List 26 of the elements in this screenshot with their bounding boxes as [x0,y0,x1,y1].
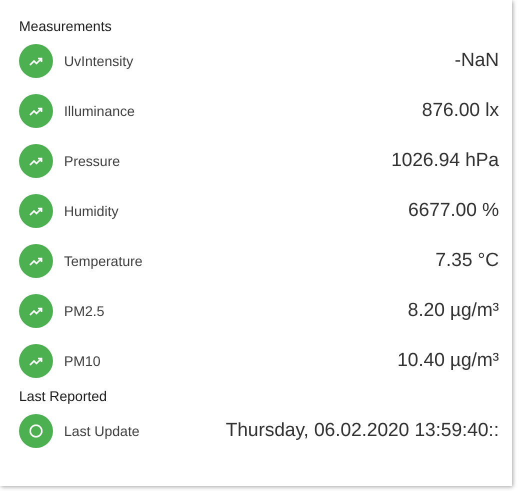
trending-up-icon [29,356,43,366]
trending-up-icon [29,206,43,216]
measurement-value: 1026.94 hPa [391,150,499,172]
measurement-label: PM2.5 [64,303,106,319]
measurement-label: UvIntensity [64,53,134,69]
measurement-value: 10.40 µg/m³ [397,350,499,372]
measurement-label: Temperature [64,253,144,269]
measurement-label: PM10 [64,353,102,369]
trending-up-icon [29,156,43,166]
section-heading: Measurements [19,17,113,36]
measurement-value: 7.35 °C [435,250,499,272]
measurement-value: 876.00 lx [422,100,499,122]
measurement-label: Illuminance [64,103,136,119]
circle-icon [29,424,43,438]
measurement-label: Pressure [64,153,122,169]
trending-up-icon [29,256,43,266]
trending-up-icon [29,56,43,66]
measurement-label: Humidity [64,203,120,219]
section-heading: Last Reported [19,387,108,406]
trending-up-icon [29,306,43,316]
measurement-value: Thursday, 06.02.2020 13:59:40:: [226,420,499,442]
trending-up-icon [29,106,43,116]
measurement-value: 8.20 µg/m³ [408,300,499,322]
measurement-label: Last Update [64,423,140,439]
measurement-value: 6677.00 % [408,200,499,222]
measurement-value: -NaN [454,50,499,72]
